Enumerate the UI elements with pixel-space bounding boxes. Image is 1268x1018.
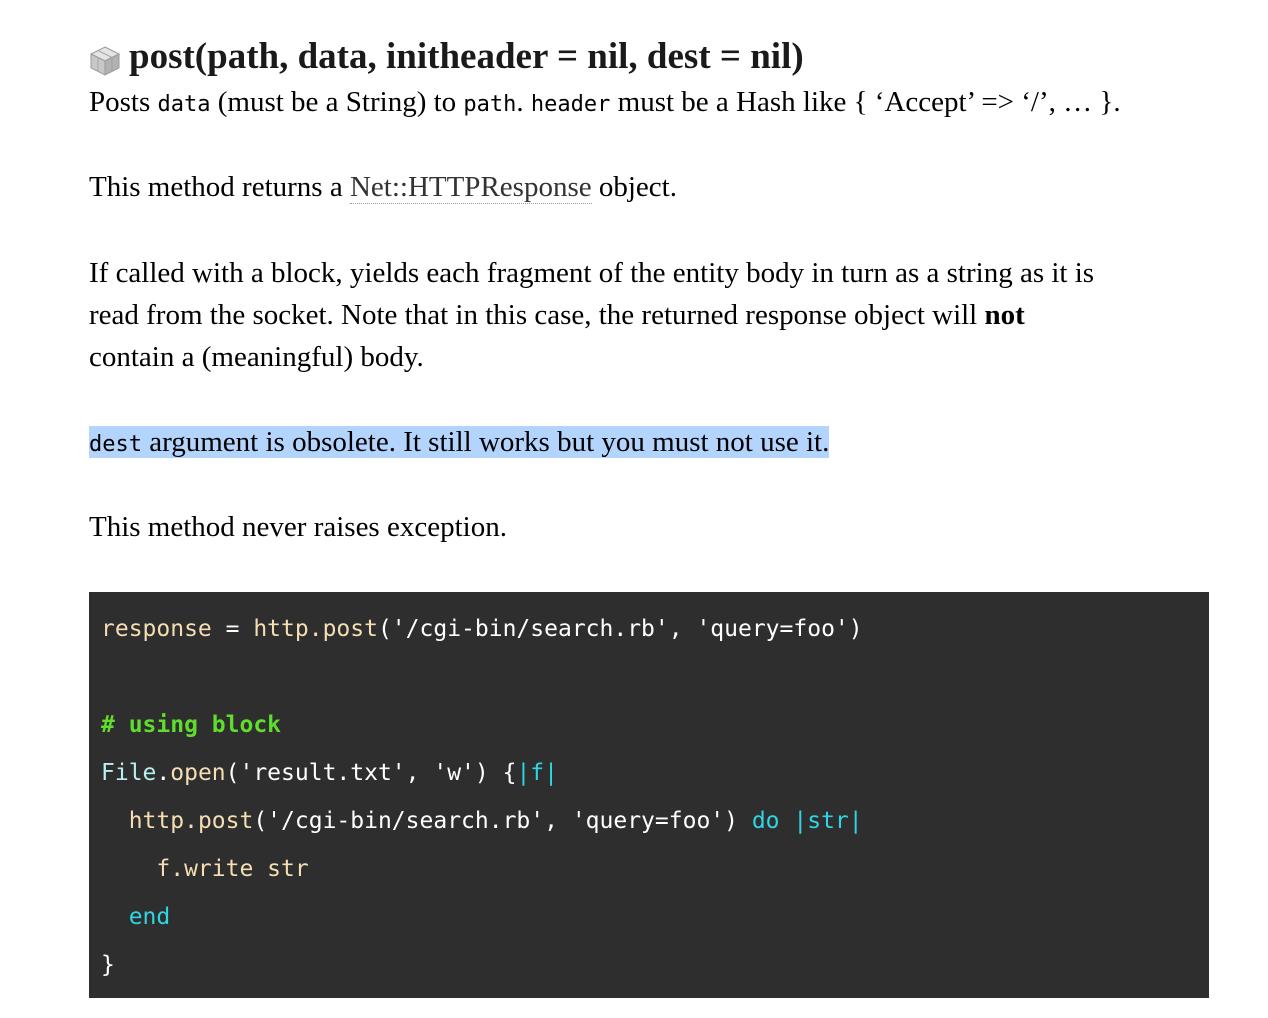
inline-code-header: header: [530, 92, 611, 117]
code-token: =: [211, 616, 254, 642]
code-line: end: [101, 895, 1197, 943]
bold-not: not: [984, 299, 1025, 331]
inline-code-path: path: [463, 92, 517, 117]
code-token: open: [170, 760, 226, 786]
obsolete-paragraph: dest argument is obsolete. It still work…: [89, 421, 830, 466]
code-line: http.post('/cgi-bin/search.rb', 'query=f…: [101, 799, 1197, 847]
paragraph-text: object.: [591, 171, 677, 203]
inline-code-data: data: [157, 92, 211, 117]
selected-text[interactable]: dest argument is obsolete. It still work…: [89, 426, 830, 458]
paragraph-line: If called with a block, yields each frag…: [89, 257, 1095, 289]
code-token: .: [156, 760, 171, 786]
code-keyword: end: [128, 904, 171, 930]
code-keyword: do: [751, 808, 780, 834]
code-token: response: [101, 616, 212, 642]
code-token: |str|: [793, 808, 863, 834]
httpresponse-link[interactable]: Net::HTTPResponse: [349, 171, 592, 204]
inline-code-dest: dest: [89, 432, 142, 457]
paragraph-text: Posts: [89, 86, 158, 118]
code-line: # using block: [101, 703, 1197, 751]
paragraph-text: read from the socket. Note that in this …: [89, 299, 985, 331]
code-token: http.post: [128, 808, 254, 834]
code-token: }: [101, 952, 115, 978]
code-token: ('/cgi-bin/search.rb', 'query=foo'): [377, 616, 863, 642]
code-token: f.write str: [156, 856, 309, 882]
return-paragraph: This method returns a Net::HTTPResponse …: [89, 166, 677, 208]
code-token: http.post: [253, 616, 378, 642]
paragraph-text: argument is obsolete. It still works but…: [141, 426, 830, 458]
code-line: File.open('result.txt', 'w') {|f|: [101, 751, 1197, 799]
method-cube-icon: [89, 46, 121, 76]
paragraph-line: read from the socket. Note that in this …: [89, 294, 1094, 336]
method-signature: post(path, data, initheader = nil, dest …: [129, 35, 804, 77]
paragraph-text: must be a Hash like { ‘Accept’ => ‘/’, ……: [610, 86, 1121, 118]
exception-paragraph: This method never raises exception.: [89, 506, 507, 548]
code-line: }: [101, 943, 1197, 991]
code-line: f.write str: [101, 847, 1197, 895]
code-comment: # using block: [101, 712, 282, 738]
description-paragraph: Posts data (must be a String) to path. h…: [89, 81, 1121, 126]
method-heading[interactable]: post(path, data, initheader = nil, dest …: [89, 30, 804, 82]
paragraph-text: This method never raises exception.: [89, 511, 507, 543]
paragraph-text: .: [516, 86, 531, 118]
paragraph-text: (must be a String) to: [210, 86, 464, 118]
paragraph-line: contain a (meaningful) body.: [89, 341, 424, 373]
code-token: ('/cgi-bin/search.rb', 'query=foo'): [253, 808, 752, 834]
block-paragraph: If called with a block, yields each frag…: [89, 252, 1094, 378]
code-line: response = http.post('/cgi-bin/search.rb…: [101, 607, 1197, 655]
code-token: ('result.txt', 'w') {: [225, 760, 517, 786]
code-example[interactable]: response = http.post('/cgi-bin/search.rb…: [89, 592, 1209, 998]
code-token: File: [101, 760, 157, 786]
paragraph-text: This method returns a: [89, 171, 350, 203]
code-token: |f|: [516, 760, 558, 786]
